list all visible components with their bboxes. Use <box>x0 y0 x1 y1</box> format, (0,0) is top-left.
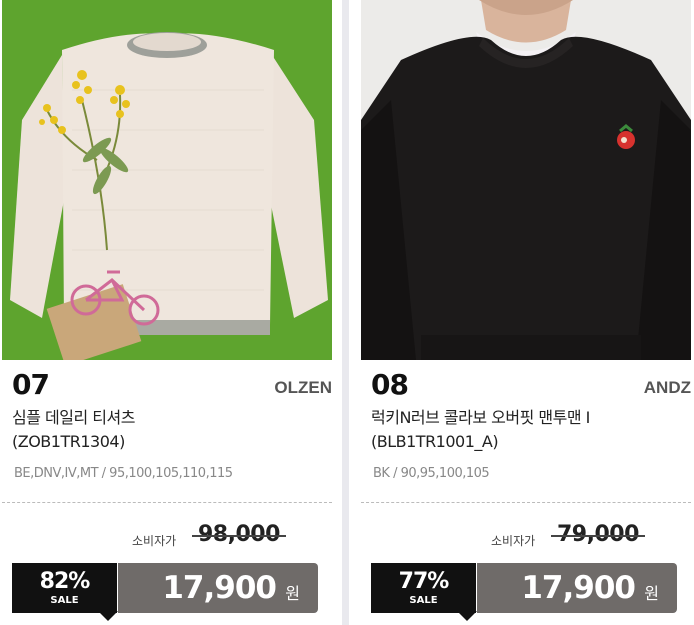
product-card[interactable]: 08 ANDZ 럭키N러브 콜라보 오버핏 맨투맨 I (BLB1TR1001_… <box>361 0 691 625</box>
product-name-line[interactable]: 심플 데일리 티셔츠 <box>12 406 135 430</box>
product-image[interactable] <box>2 0 332 360</box>
original-price: 79,000 <box>551 522 645 547</box>
product-options: BK / 90,95,100,105 <box>373 466 490 481</box>
product-image[interactable] <box>361 0 691 360</box>
sale-price-box: 17,900 원 <box>118 563 318 613</box>
brand-name[interactable]: ANDZ <box>644 378 691 398</box>
divider-line <box>361 502 691 503</box>
original-price-label: 소비자가 <box>132 534 177 548</box>
arrow-down-icon <box>457 611 477 621</box>
original-price-label: 소비자가 <box>491 534 536 548</box>
discount-percent: 77% <box>398 569 450 594</box>
original-price: 98,000 <box>192 522 286 547</box>
brand-name[interactable]: OLZEN <box>274 378 332 398</box>
product-code[interactable]: (ZOB1TR1304) <box>12 430 135 454</box>
sale-price: 17,900 <box>162 570 277 606</box>
product-name[interactable]: 럭키N러브 콜라보 오버핏 맨투맨 I (BLB1TR1001_A) <box>371 406 590 454</box>
currency-unit: 원 <box>285 584 300 603</box>
product-number: 08 <box>371 368 409 401</box>
product-options: BE,DNV,IV,MT / 95,100,105,110,115 <box>14 466 233 481</box>
arrow-down-icon <box>98 611 118 621</box>
product-name-line[interactable]: 럭키N러브 콜라보 오버핏 맨투맨 I <box>371 406 590 430</box>
discount-badge: 77% SALE <box>371 563 477 621</box>
currency-unit: 원 <box>644 584 659 603</box>
sale-label: SALE <box>50 595 79 606</box>
discount-badge: 82% SALE <box>12 563 118 621</box>
sale-price: 17,900 <box>521 570 636 606</box>
product-code[interactable]: (BLB1TR1001_A) <box>371 430 590 454</box>
sale-label: SALE <box>409 595 438 606</box>
divider-line <box>2 502 332 503</box>
product-name[interactable]: 심플 데일리 티셔츠 (ZOB1TR1304) <box>12 406 135 454</box>
product-number: 07 <box>12 368 50 401</box>
discount-percent: 82% <box>39 569 91 594</box>
column-divider <box>342 0 349 625</box>
product-card[interactable]: 07 OLZEN 심플 데일리 티셔츠 (ZOB1TR1304) BE,DNV,… <box>2 0 332 625</box>
sale-price-box: 17,900 원 <box>477 563 677 613</box>
